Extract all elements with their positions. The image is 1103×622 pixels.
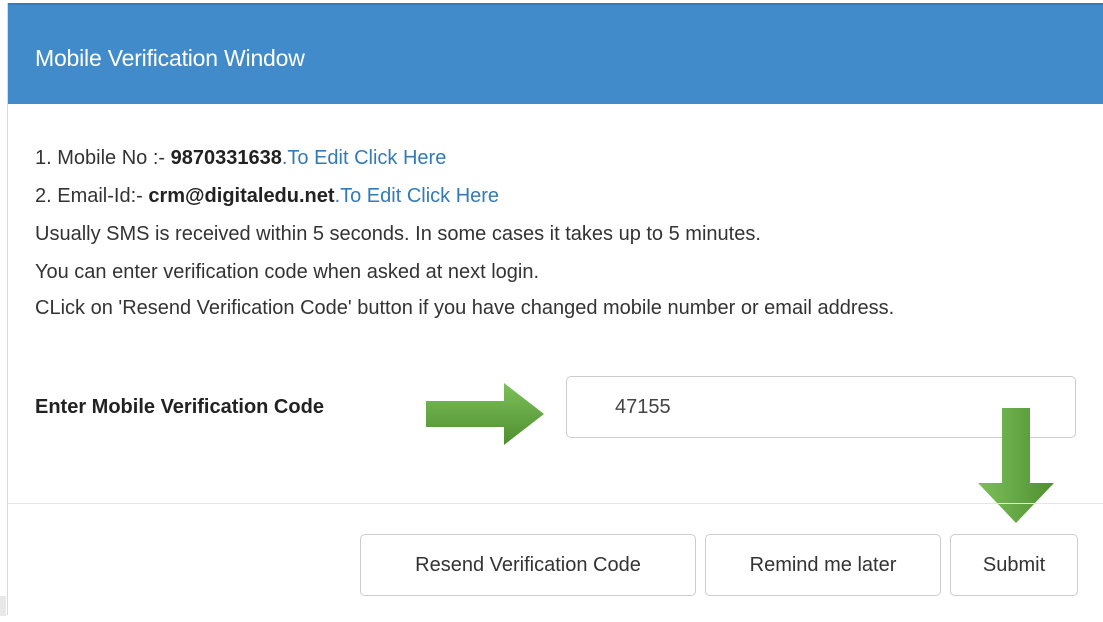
info-section: 1. Mobile No :- 9870331638.To Edit Click… — [35, 139, 1075, 326]
page-edge-mark — [0, 596, 6, 616]
page: Mobile Verification Window 1. Mobile No … — [0, 0, 1103, 622]
modal-header: Mobile Verification Window — [8, 3, 1103, 104]
footer-divider — [8, 503, 1103, 504]
remind-me-later-button[interactable]: Remind me later — [705, 534, 941, 596]
edit-email-link[interactable]: .To Edit Click Here — [335, 185, 500, 207]
mobile-line: 1. Mobile No :- 9870331638.To Edit Click… — [35, 139, 1075, 177]
green-arrow-right-icon — [426, 383, 544, 445]
green-arrow-down-icon — [978, 408, 1054, 523]
submit-button[interactable]: Submit — [950, 534, 1078, 596]
sms-note: Usually SMS is received within 5 seconds… — [35, 223, 761, 245]
email-line: 2. Email-Id:- crm@digitaledu.net.To Edit… — [35, 177, 1075, 215]
email-value: crm@digitaledu.net — [148, 185, 335, 207]
modal-title: Mobile Verification Window — [35, 45, 305, 71]
email-prefix: 2. Email-Id:- — [35, 185, 149, 207]
mobile-verification-modal: Mobile Verification Window 1. Mobile No … — [7, 3, 1103, 615]
mobile-prefix: 1. Mobile No :- — [35, 147, 171, 169]
login-note: You can enter verification code when ask… — [35, 261, 540, 283]
resend-note: CLick on 'Resend Verification Code' butt… — [35, 297, 895, 319]
resend-verification-code-button[interactable]: Resend Verification Code — [360, 534, 696, 596]
edit-mobile-link[interactable]: .To Edit Click Here — [282, 147, 447, 169]
mobile-number: 9870331638 — [170, 147, 282, 169]
verification-code-label: Enter Mobile Verification Code — [35, 396, 324, 418]
